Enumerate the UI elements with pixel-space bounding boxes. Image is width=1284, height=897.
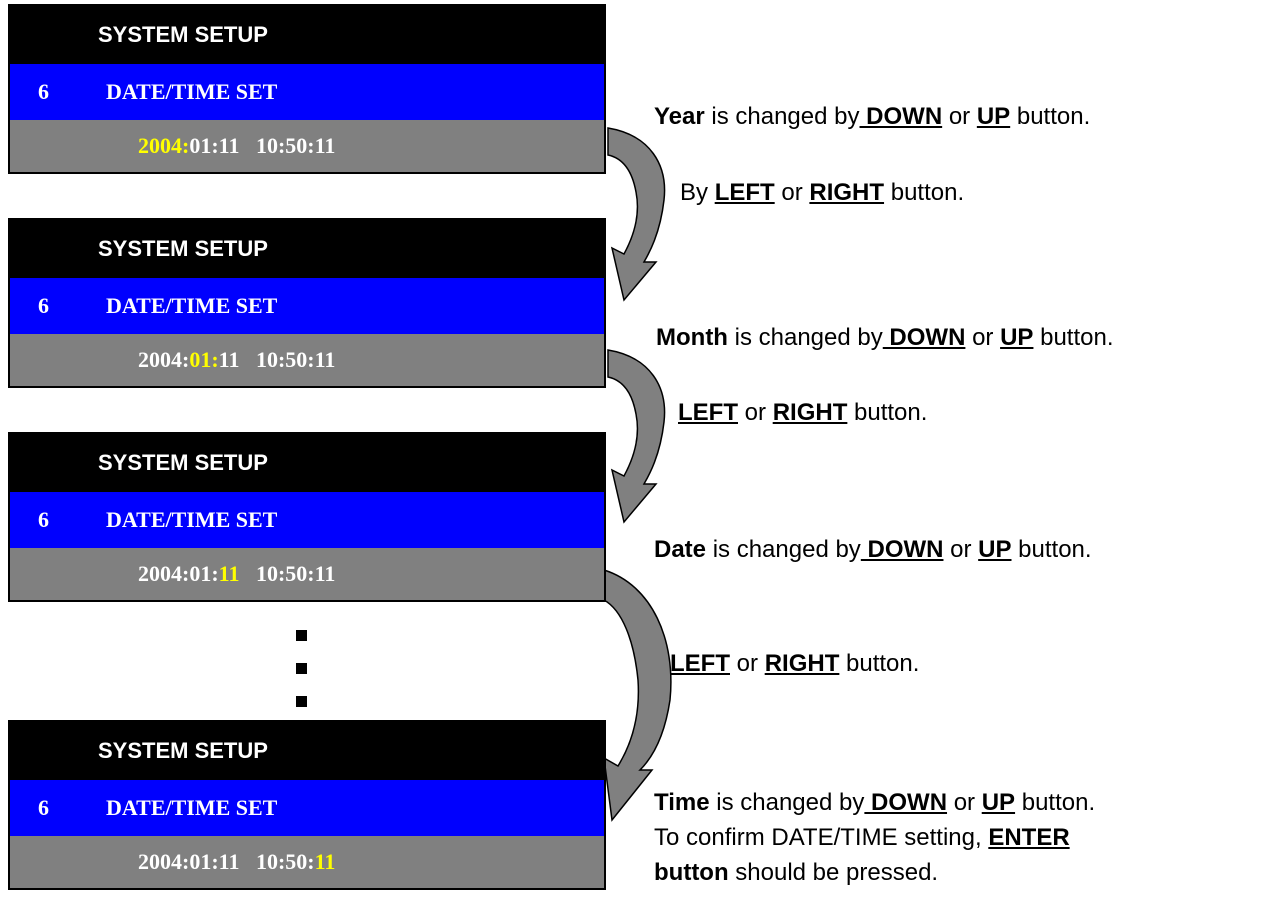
- instruction-text: button.: [1010, 103, 1091, 130]
- field-name: Date: [654, 536, 707, 563]
- instruction-text: button.: [1033, 324, 1114, 351]
- field-name: Time: [654, 789, 710, 816]
- key-up: UP: [976, 103, 1011, 130]
- menu-label: DATE/TIME SET: [106, 507, 278, 532]
- instruction-confirm-2: button should be pressed.: [654, 855, 938, 891]
- value-before: 2004:: [138, 347, 190, 372]
- date-time-value: 2004:01:11 10:50:11: [10, 120, 604, 172]
- osd-panel-year: SYSTEM SETUP 6 DATE/TIME SET 2004:01:11 …: [8, 4, 606, 174]
- field-name: Year: [654, 103, 705, 130]
- key-down: DOWN: [882, 324, 966, 351]
- value-highlight: 11: [218, 561, 240, 586]
- instruction-year: Year is changed by DOWN or UP button.: [654, 99, 1090, 135]
- curved-arrow-3: [603, 568, 672, 822]
- value-after: 10:50:11: [239, 561, 336, 586]
- date-time-value: 2004:01:11 10:50:11: [10, 334, 604, 386]
- instruction-text: or: [965, 324, 1001, 351]
- instruction-text: By: [680, 179, 715, 206]
- key-left: LEFT: [678, 399, 738, 426]
- instruction-text: or: [942, 103, 977, 130]
- instruction-text: button.: [847, 399, 928, 426]
- instruction-month: Month is changed by DOWN or UP button.: [656, 320, 1114, 356]
- menu-item-date-time-set: 6 DATE/TIME SET: [10, 492, 604, 548]
- menu-number: 6: [38, 293, 49, 318]
- value-after: 01:11 10:50:11: [189, 133, 336, 158]
- osd-panel-date: SYSTEM SETUP 6 DATE/TIME SET 2004:01:11 …: [8, 432, 606, 602]
- key-left: LEFT: [670, 650, 730, 677]
- menu-label: DATE/TIME SET: [106, 79, 278, 104]
- panel-header: SYSTEM SETUP: [10, 220, 604, 278]
- instruction-text: button.: [884, 179, 965, 206]
- menu-label: DATE/TIME SET: [106, 293, 278, 318]
- panel-header: SYSTEM SETUP: [10, 6, 604, 64]
- curved-arrow-2: [607, 349, 666, 524]
- instruction-text: button.: [1015, 789, 1096, 816]
- key-up: UP: [981, 789, 1016, 816]
- curved-arrow-1: [607, 127, 666, 302]
- menu-number: 6: [38, 79, 49, 104]
- key-up: UP: [978, 536, 1012, 563]
- menu-item-date-time-set: 6 DATE/TIME SET: [10, 278, 604, 334]
- value-highlight: 2004:: [138, 133, 190, 158]
- continuation-dots: [296, 630, 308, 729]
- instruction-move-2: LEFT or RIGHT button.: [678, 395, 927, 431]
- instruction-text: button.: [839, 650, 920, 677]
- value-highlight: 01:: [189, 347, 219, 372]
- osd-panel-month: SYSTEM SETUP 6 DATE/TIME SET 2004:01:11 …: [8, 218, 606, 388]
- instruction-text: or: [738, 399, 773, 426]
- value-after: 11 10:50:11: [218, 347, 336, 372]
- instruction-text: button.: [1011, 536, 1092, 563]
- dot: [296, 663, 307, 674]
- field-name: Month: [656, 324, 728, 351]
- instruction-move-3: LEFT or RIGHT button.: [670, 646, 919, 682]
- key-down: DOWN: [864, 789, 948, 816]
- instruction-text: is changed by: [704, 103, 860, 130]
- value-before: 2004:01:: [138, 561, 219, 586]
- instruction-text: should be pressed.: [728, 859, 939, 886]
- key-down: DOWN: [860, 536, 944, 563]
- panel-header: SYSTEM SETUP: [10, 722, 604, 780]
- instruction-bold: button: [654, 859, 729, 886]
- value-before: 2004:01:11 10:50:: [138, 849, 315, 874]
- date-time-value: 2004:01:11 10:50:11: [10, 836, 604, 888]
- date-time-value: 2004:01:11 10:50:11: [10, 548, 604, 600]
- key-right: RIGHT: [764, 650, 840, 677]
- key-down: DOWN: [859, 103, 943, 130]
- menu-number: 6: [38, 795, 49, 820]
- instruction-text: is changed by: [727, 324, 883, 351]
- value-highlight: 11: [314, 849, 336, 874]
- osd-panel-time: SYSTEM SETUP 6 DATE/TIME SET 2004:01:11 …: [8, 720, 606, 890]
- instruction-confirm: To confirm DATE/TIME setting, ENTER: [654, 820, 1070, 856]
- menu-number: 6: [38, 507, 49, 532]
- menu-item-date-time-set: 6 DATE/TIME SET: [10, 64, 604, 120]
- instruction-text: or: [774, 179, 810, 206]
- instruction-text: or: [730, 650, 765, 677]
- instruction-time: Time is changed by DOWN or UP button.: [654, 785, 1095, 821]
- key-enter: ENTER: [988, 824, 1070, 851]
- instruction-text: or: [943, 536, 979, 563]
- instruction-text: is changed by: [706, 536, 861, 563]
- instruction-text: is changed by: [709, 789, 865, 816]
- key-right: RIGHT: [772, 399, 848, 426]
- instruction-text: To confirm DATE/TIME setting,: [654, 824, 989, 851]
- key-right: RIGHT: [809, 179, 885, 206]
- dot: [296, 696, 307, 707]
- instruction-text: or: [947, 789, 982, 816]
- instruction-date: Date is changed by DOWN or UP button.: [654, 532, 1092, 568]
- panel-header: SYSTEM SETUP: [10, 434, 604, 492]
- menu-item-date-time-set: 6 DATE/TIME SET: [10, 780, 604, 836]
- key-up: UP: [1000, 324, 1034, 351]
- menu-label: DATE/TIME SET: [106, 795, 278, 820]
- dot: [296, 630, 307, 641]
- instruction-move-1: By LEFT or RIGHT button.: [680, 175, 964, 211]
- key-left: LEFT: [714, 179, 775, 206]
